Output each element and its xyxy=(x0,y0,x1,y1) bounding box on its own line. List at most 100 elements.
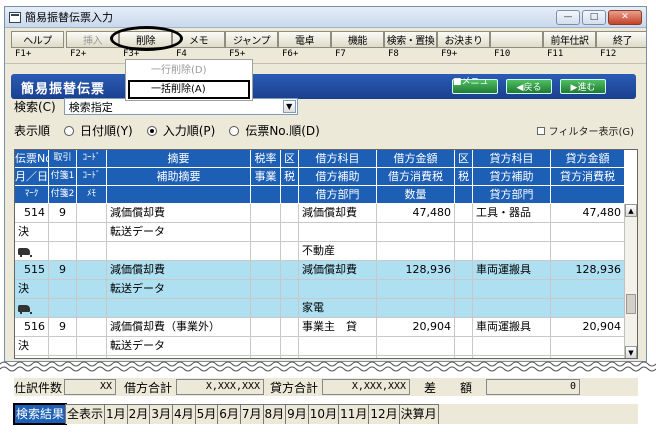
table-cell[interactable] xyxy=(15,356,49,358)
tab-period[interactable]: 10月 xyxy=(307,404,340,424)
table-cell[interactable]: 事業主 貸 xyxy=(299,318,377,337)
tab-period[interactable]: 5月 xyxy=(194,404,219,424)
menu-item-delete-all[interactable]: 一括削除(A) xyxy=(128,80,250,99)
table-cell[interactable] xyxy=(473,242,551,261)
table-cell[interactable] xyxy=(107,242,251,261)
tab-period[interactable]: 1月 xyxy=(104,404,128,424)
table-cell[interactable]: 決 xyxy=(15,337,49,356)
fkey-button-1[interactable]: ヘルプ xyxy=(11,31,64,48)
table-cell[interactable] xyxy=(77,337,107,356)
table-cell[interactable] xyxy=(377,242,455,261)
table-cell[interactable] xyxy=(455,204,473,223)
table-cell[interactable] xyxy=(377,280,455,299)
table-cell[interactable]: 20,904 xyxy=(551,318,625,337)
fkey-button-11[interactable]: 前年仕訳 xyxy=(543,31,596,48)
table-cell[interactable] xyxy=(77,318,107,337)
table-cell[interactable] xyxy=(377,356,455,358)
table-cell[interactable]: 減価償却費 xyxy=(299,204,377,223)
table-cell[interactable] xyxy=(551,337,625,356)
table-cell[interactable] xyxy=(107,299,251,318)
table-cell[interactable] xyxy=(77,356,107,358)
fkey-button-5[interactable]: ジャンプ xyxy=(225,31,278,48)
next-button[interactable]: ▶進む xyxy=(560,79,606,94)
table-cell[interactable] xyxy=(15,299,49,318)
tab-period[interactable]: 11月 xyxy=(338,404,370,424)
table-cell[interactable] xyxy=(473,280,551,299)
table-cell[interactable] xyxy=(251,223,281,242)
table-cell[interactable] xyxy=(251,356,281,358)
table-cell[interactable]: 47,480 xyxy=(551,204,625,223)
table-cell[interactable] xyxy=(551,223,625,242)
fkey-button-8[interactable]: 検索・置換 xyxy=(384,31,437,48)
tab-period[interactable]: 3月 xyxy=(149,404,173,424)
tab-period[interactable]: 4月 xyxy=(171,404,196,424)
close-icon[interactable]: ✕ xyxy=(608,9,642,25)
table-cell[interactable] xyxy=(49,223,77,242)
table-cell[interactable] xyxy=(281,242,299,261)
table-cell[interactable]: 514 xyxy=(15,204,49,223)
table-row[interactable]: 決 転送データ xyxy=(15,280,625,299)
table-cell[interactable] xyxy=(251,318,281,337)
vertical-scrollbar[interactable]: ▲ ▼ xyxy=(624,204,637,358)
table-cell[interactable] xyxy=(251,337,281,356)
table-cell[interactable]: 決 xyxy=(15,280,49,299)
table-cell[interactable] xyxy=(455,223,473,242)
minimize-icon[interactable]: — xyxy=(556,9,580,25)
table-cell[interactable] xyxy=(299,280,377,299)
back-button[interactable]: ◀戻る xyxy=(506,79,552,94)
table-row[interactable]: 家電 xyxy=(15,299,625,318)
table-cell[interactable] xyxy=(455,337,473,356)
fkey-button-2[interactable]: 挿入 xyxy=(66,31,119,48)
tab-period[interactable]: 7月 xyxy=(239,404,264,424)
table-cell[interactable] xyxy=(281,261,299,280)
table-cell[interactable] xyxy=(281,280,299,299)
table-cell[interactable] xyxy=(251,299,281,318)
table-row[interactable]: 515 9 減価償却費 減価償却費 128,936 車両運搬具 128,936 xyxy=(15,261,625,280)
table-cell[interactable] xyxy=(77,280,107,299)
table-cell[interactable] xyxy=(107,356,251,358)
table-cell[interactable]: 車両運搬具 xyxy=(473,261,551,280)
fkey-button-6[interactable]: 電卓 xyxy=(278,31,331,48)
table-cell[interactable] xyxy=(49,299,77,318)
table-cell[interactable] xyxy=(251,204,281,223)
table-cell[interactable] xyxy=(551,356,625,358)
table-cell[interactable]: 不動産 xyxy=(299,242,377,261)
table-cell[interactable] xyxy=(551,242,625,261)
table-cell[interactable] xyxy=(455,242,473,261)
tab-search-results[interactable]: 検索結果 xyxy=(12,403,68,425)
fkey-button-3[interactable]: 削除 xyxy=(119,31,172,48)
table-cell[interactable]: 515 xyxy=(15,261,49,280)
tab-period[interactable]: 2月 xyxy=(126,404,151,424)
table-cell[interactable] xyxy=(251,242,281,261)
table-cell[interactable] xyxy=(473,299,551,318)
table-row[interactable]: 決 転送データ xyxy=(15,223,625,242)
table-cell[interactable] xyxy=(49,356,77,358)
table-cell[interactable] xyxy=(281,223,299,242)
table-cell[interactable] xyxy=(77,204,107,223)
table-cell[interactable] xyxy=(455,356,473,358)
table-cell[interactable] xyxy=(455,261,473,280)
tab-period[interactable]: 6月 xyxy=(217,404,241,424)
table-cell[interactable]: 20,904 xyxy=(377,318,455,337)
table-cell[interactable] xyxy=(251,280,281,299)
table-cell[interactable] xyxy=(77,299,107,318)
table-cell[interactable] xyxy=(551,280,625,299)
table-cell[interactable] xyxy=(49,242,77,261)
filter-toggle[interactable]: フィルター表示(G) xyxy=(536,123,634,138)
menu-button[interactable]: ■メニュー xyxy=(452,77,498,100)
table-cell[interactable]: 516 xyxy=(15,318,49,337)
table-cell[interactable]: 転送データ xyxy=(107,223,251,242)
table-cell[interactable] xyxy=(455,280,473,299)
table-cell[interactable]: 9 xyxy=(49,261,77,280)
table-cell[interactable] xyxy=(455,318,473,337)
table-cell[interactable] xyxy=(551,299,625,318)
fkey-button-9[interactable]: お決まり xyxy=(437,31,490,48)
maximize-icon[interactable]: □ xyxy=(582,9,606,25)
fkey-button-4[interactable]: メモ xyxy=(172,31,225,48)
sort-radio-input[interactable]: 入力順(P) xyxy=(146,122,215,139)
tab-period[interactable]: 12月 xyxy=(368,404,400,424)
table-cell[interactable] xyxy=(77,242,107,261)
table-cell[interactable] xyxy=(77,261,107,280)
table-cell[interactable] xyxy=(281,356,299,358)
table-cell[interactable] xyxy=(473,223,551,242)
